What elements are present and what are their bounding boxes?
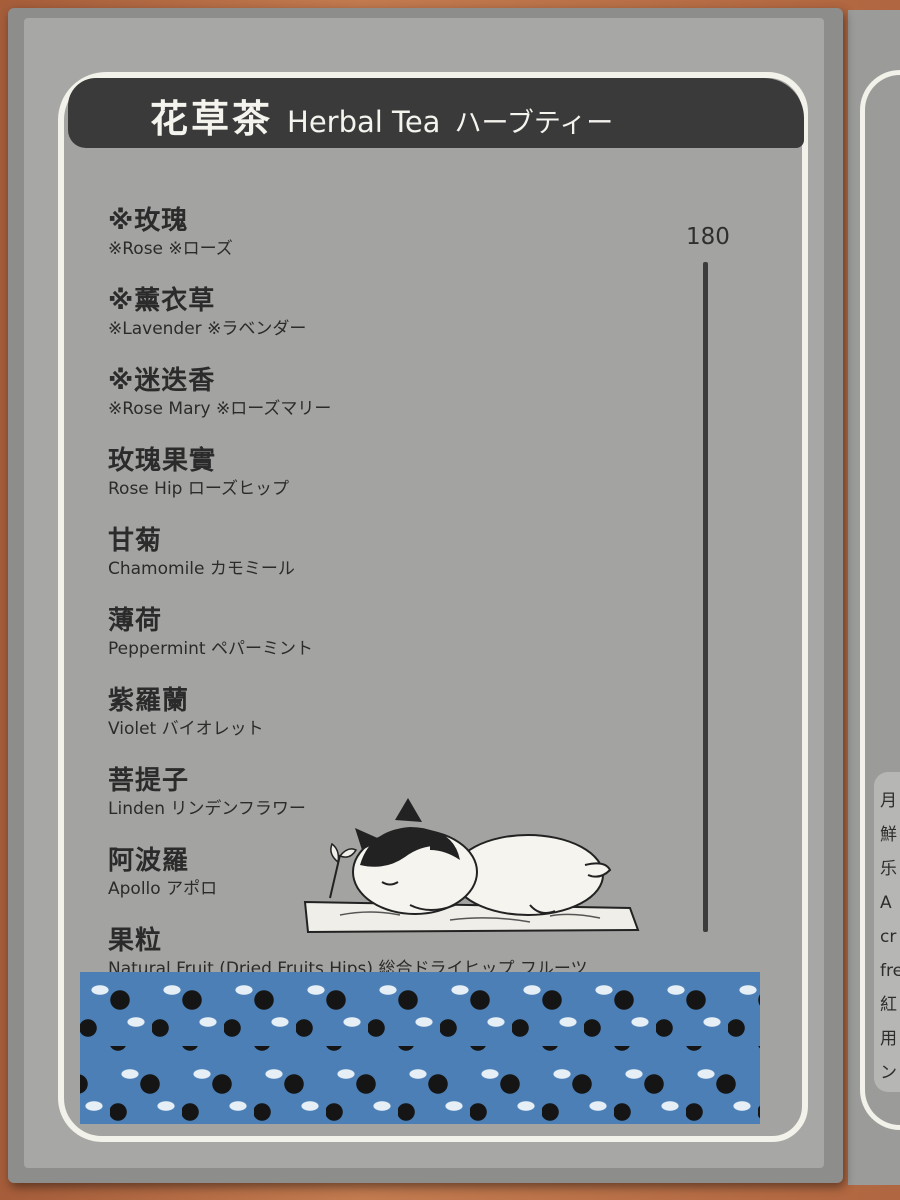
next-page-line: fre bbox=[880, 961, 900, 981]
item-name-en-ja: ※Rose Mary ※ローズマリー bbox=[108, 399, 332, 419]
item-name-en-ja: Rose Hip ローズヒップ bbox=[108, 479, 290, 499]
item-name-en-ja: ※Lavender ※ラベンダー bbox=[108, 319, 307, 339]
list-item: 玫瑰果實 Rose Hip ローズヒップ bbox=[108, 445, 588, 525]
item-name-en-ja: ※Rose ※ローズ bbox=[108, 239, 233, 259]
next-page-line: 用 bbox=[880, 1029, 897, 1049]
title-english: Herbal Tea bbox=[287, 105, 441, 139]
title-japanese: ハーブティー bbox=[454, 108, 614, 139]
item-name-en-ja: Peppermint ペパーミント bbox=[108, 639, 313, 659]
list-item: 甘菊 Chamomile カモミール bbox=[108, 525, 588, 605]
next-page-text: 月 鮮 乐 A cr fre 紅 用 ン bbox=[880, 784, 900, 1090]
menu-title: 花草茶 Herbal Tea ハーブティー bbox=[150, 88, 613, 144]
next-page-line: cr bbox=[880, 927, 897, 947]
item-name-zh: ※玫瑰 bbox=[108, 206, 189, 236]
next-page-line: 乐 bbox=[880, 859, 897, 879]
item-name-zh: 玫瑰果實 bbox=[108, 446, 217, 476]
cat-pattern-washi-tape bbox=[80, 1046, 760, 1124]
item-name-zh: 薄荷 bbox=[108, 606, 163, 636]
item-name-zh: 甘菊 bbox=[108, 526, 163, 556]
item-name-zh: 紫羅蘭 bbox=[108, 686, 190, 716]
next-page-line: A bbox=[880, 893, 892, 913]
cat-pattern-washi-tape bbox=[80, 972, 760, 1046]
list-item: ※薰衣草 ※Lavender ※ラベンダー bbox=[108, 285, 588, 365]
list-item: 薄荷 Peppermint ペパーミント bbox=[108, 605, 588, 685]
item-name-zh: ※薰衣草 bbox=[108, 286, 216, 316]
item-name-zh: ※迷迭香 bbox=[108, 366, 216, 396]
item-name-en-ja: Chamomile カモミール bbox=[108, 559, 295, 579]
list-item: ※玫瑰 ※Rose ※ローズ bbox=[108, 205, 588, 285]
next-page-line: 鮮 bbox=[880, 825, 897, 845]
price-label: 180 bbox=[686, 224, 730, 250]
sleeping-cat-icon bbox=[303, 798, 640, 934]
next-page-line: ン bbox=[880, 1063, 897, 1083]
sleeping-cat-illustration bbox=[300, 790, 650, 950]
item-name-en-ja: Violet バイオレット bbox=[108, 719, 264, 739]
price-bracket-line bbox=[703, 262, 708, 932]
title-chinese: 花草茶 bbox=[150, 96, 274, 141]
next-page-line: 月 bbox=[880, 791, 897, 811]
list-item: 紫羅蘭 Violet バイオレット bbox=[108, 685, 588, 765]
list-item: ※迷迭香 ※Rose Mary ※ローズマリー bbox=[108, 365, 588, 445]
next-page-line: 紅 bbox=[880, 995, 897, 1015]
